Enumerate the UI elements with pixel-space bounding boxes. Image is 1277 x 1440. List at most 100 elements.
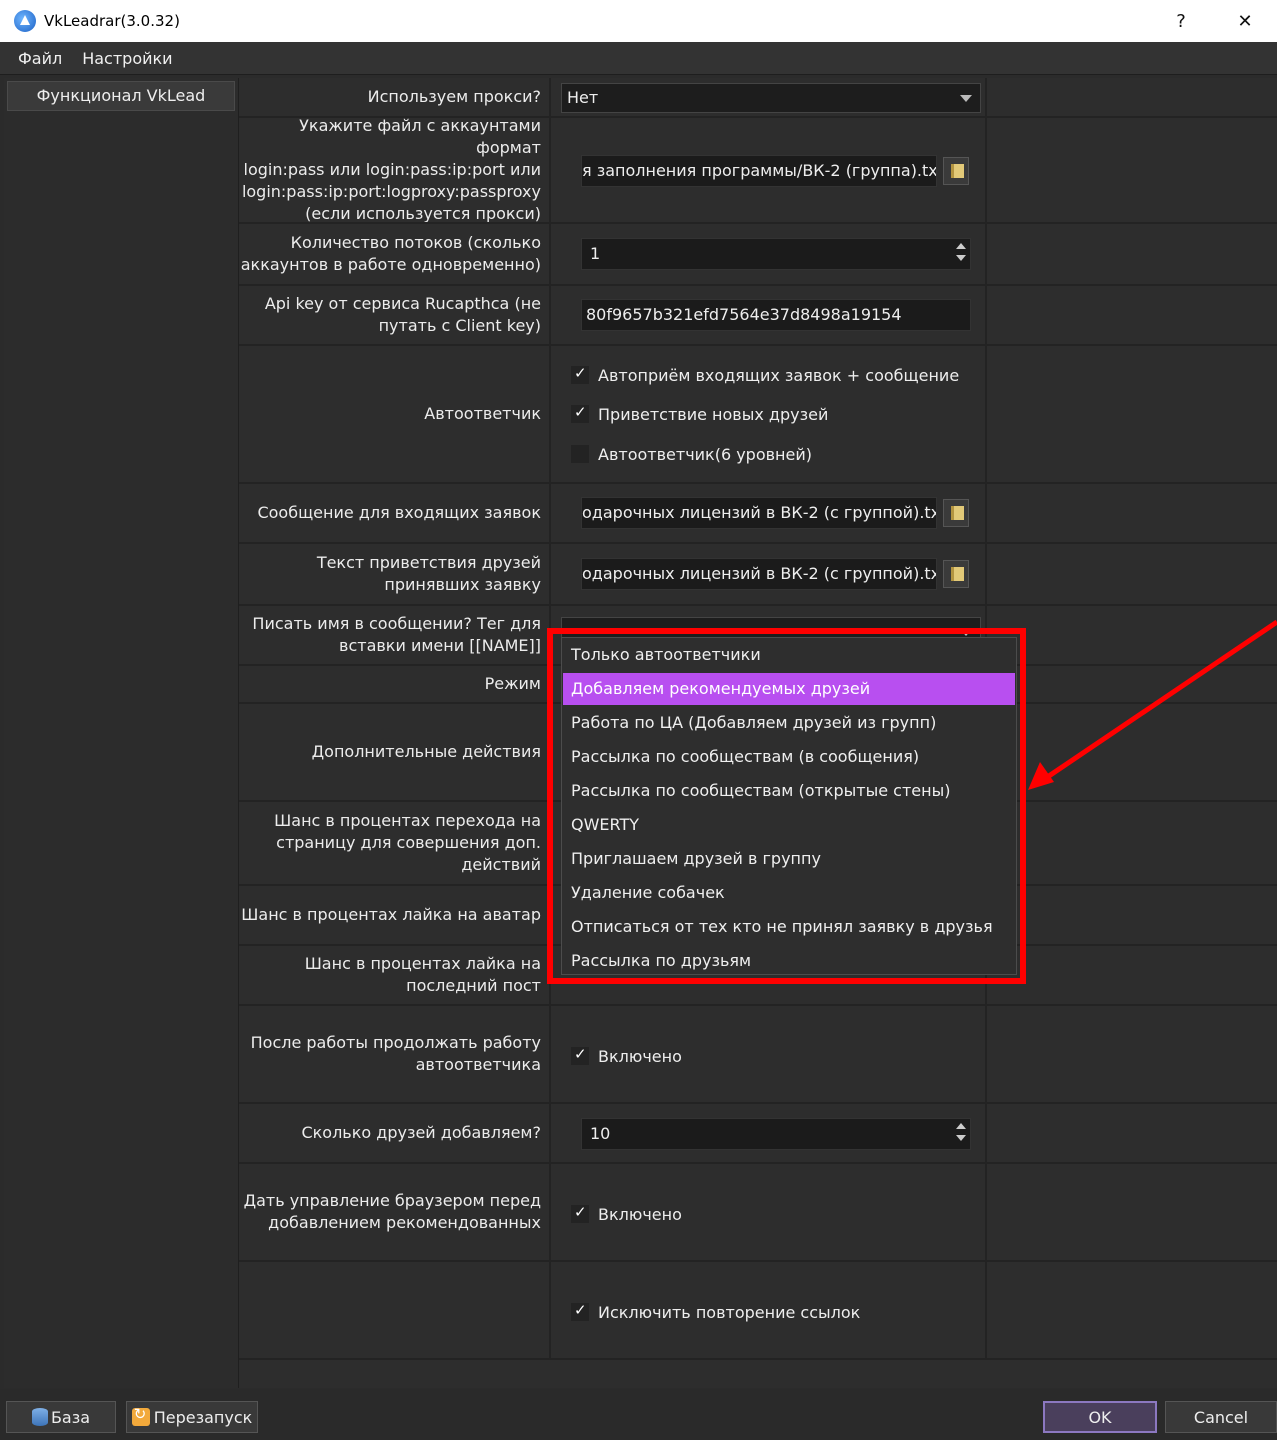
accounts-file-value-col: я заполнения программы/ВК-2 (группа).txt (559, 118, 987, 222)
dropdown-item[interactable]: Рассылка по сообществам (в сообщения) (563, 741, 1015, 773)
greeting-text-browse-button[interactable] (943, 560, 969, 588)
tab-vklead-functions[interactable]: Функционал VkLead (7, 81, 235, 111)
dropdown-item[interactable]: Только автоответчики (563, 639, 1015, 671)
threads-value: 1 (590, 244, 601, 263)
exclude-repeat-value-col: Исключить повторение ссылок (559, 1262, 987, 1358)
api-key-label: Api key от сервиса Rucapthca (не путать … (239, 286, 551, 344)
threads-label: Количество потоков (сколько аккаунтов в … (239, 224, 551, 284)
browser-control-checkbox[interactable]: Включено (571, 1202, 682, 1226)
incoming-message-value-col: одарочных лицензий в ВК-2 (с группой).tx… (559, 484, 987, 542)
friends-count-spinbox[interactable]: 10 (581, 1118, 971, 1150)
row-accounts-file: Укажите файл с аккаунтами формат login:p… (239, 118, 1277, 224)
checkbox-checked-icon (571, 403, 589, 423)
spin-arrows-icon[interactable] (954, 1121, 968, 1147)
left-panel: Функционал VkLead (4, 78, 239, 1388)
continue-after-value-col: Включено (559, 1006, 987, 1102)
accounts-file-input[interactable]: я заполнения программы/ВК-2 (группа).txt (581, 155, 937, 187)
row-proxy: Используем прокси? Нет (239, 78, 1277, 118)
book-icon (951, 506, 964, 520)
api-key-value-col: 80f9657b321efd7564e37d8498a19154 (559, 286, 987, 344)
autoresponder-levels-label: Автоответчик(6 уровней) (598, 444, 812, 464)
spin-arrows-icon[interactable] (954, 241, 968, 267)
restart-button[interactable]: Перезапуск (126, 1401, 258, 1433)
browser-control-label: Дать управление браузером перед добавлен… (239, 1164, 551, 1260)
database-button[interactable]: База (6, 1401, 116, 1433)
book-icon (951, 164, 964, 178)
incoming-message-browse-button[interactable] (943, 499, 969, 527)
app-logo-icon (14, 10, 36, 32)
proxy-combobox[interactable]: Нет (561, 83, 981, 113)
row-autoresponder: Автоответчик Автоприём входящих заявок +… (239, 346, 1277, 484)
autoresponder-value-col: Автоприём входящих заявок + сообщение Пр… (559, 346, 987, 482)
ok-button[interactable]: OK (1043, 1401, 1157, 1433)
row-greeting-text: Текст приветствия друзей принявших заявк… (239, 544, 1277, 606)
autoresponder-levels-checkbox[interactable]: Автоответчик(6 уровней) (571, 442, 812, 466)
threads-spinbox[interactable]: 1 (581, 238, 971, 270)
proxy-label: Используем прокси? (239, 78, 551, 116)
menu-settings[interactable]: Настройки (72, 49, 182, 68)
greet-friends-label: Приветствие новых друзей (598, 404, 829, 424)
threads-value-col: 1 (559, 224, 987, 284)
browser-control-value-col: Включено (559, 1164, 987, 1260)
accounts-file-label: Укажите файл с аккаунтами формат login:p… (239, 118, 551, 222)
incoming-message-input[interactable]: одарочных лицензий в ВК-2 (с группой).tx… (581, 497, 937, 529)
chance-avatar-label: Шанс в процентах лайка на аватар (239, 886, 551, 944)
chevron-down-icon (960, 629, 972, 636)
checkbox-checked-icon (571, 1203, 589, 1223)
dropdown-item[interactable]: Отписаться от тех кто не принял заявку в… (563, 911, 1015, 943)
dropdown-item[interactable]: Добавляем рекомендуемых друзей (563, 673, 1015, 705)
friends-count-value: 10 (590, 1124, 611, 1143)
exclude-repeat-check-label: Исключить повторение ссылок (598, 1302, 861, 1322)
dropdown-item[interactable]: Рассылка по сообществам (открытые стены) (563, 775, 1015, 807)
dropdown-item[interactable]: QWERTY (563, 809, 1015, 841)
row-incoming-message: Сообщение для входящих заявок одарочных … (239, 484, 1277, 544)
dropdown-item[interactable]: Удаление собачек (563, 877, 1015, 909)
proxy-value-col: Нет (559, 78, 987, 116)
checkbox-checked-icon (571, 364, 589, 384)
greet-friends-checkbox[interactable]: Приветствие новых друзей (571, 402, 828, 426)
write-name-label: Писать имя в сообщении? Тег для вставки … (239, 606, 551, 664)
exclude-repeat-checkbox[interactable]: Исключить повторение ссылок (571, 1300, 860, 1324)
chance-page-label: Шанс в процентах перехода на страницу дл… (239, 802, 551, 884)
checkbox-unchecked-icon (571, 445, 589, 463)
row-friends-count: Сколько друзей добавляем? 10 (239, 1104, 1277, 1164)
dropdown-item[interactable]: Приглашаем друзей в группу (563, 843, 1015, 875)
auto-accept-checkbox[interactable]: Автоприём входящих заявок + сообщение (571, 363, 959, 387)
api-key-input[interactable]: 80f9657b321efd7564e37d8498a19154 (581, 299, 971, 331)
continue-after-check-label: Включено (598, 1046, 682, 1066)
row-exclude-repeat: Исключить повторение ссылок (239, 1262, 1277, 1360)
accounts-browse-button[interactable] (943, 157, 969, 185)
title-bar: VkLeadrar(3.0.32) ? ✕ (0, 0, 1277, 42)
mode-label: Режим (239, 666, 551, 702)
continue-after-label: После работы продолжать работу автоответ… (239, 1006, 551, 1102)
greeting-text-label: Текст приветствия друзей принявших заявк… (239, 544, 551, 604)
book-icon (951, 567, 964, 581)
checkbox-checked-icon (571, 1045, 589, 1065)
help-button[interactable]: ? (1158, 0, 1204, 42)
dropdown-item[interactable]: Работа по ЦА (Добавляем друзей из групп) (563, 707, 1015, 739)
friends-count-value-col: 10 (559, 1104, 987, 1162)
browser-control-check-label: Включено (598, 1204, 682, 1224)
bottom-bar: База Перезапуск OK Cancel (0, 1389, 1277, 1440)
restart-button-label: Перезапуск (153, 1407, 253, 1427)
autoresponder-label: Автоответчик (239, 346, 551, 482)
mode-dropdown-list: Только автоответчики Добавляем рекомендуе… (561, 637, 1017, 975)
proxy-combobox-value: Нет (567, 88, 599, 107)
continue-after-checkbox[interactable]: Включено (571, 1044, 682, 1068)
window-title: VkLeadrar(3.0.32) (44, 12, 180, 30)
cancel-button[interactable]: Cancel (1165, 1401, 1277, 1433)
close-button[interactable]: ✕ (1222, 0, 1268, 42)
checkbox-checked-icon (571, 1301, 589, 1321)
greeting-text-value-col: одарочных лицензий в ВК-2 (с группой).tx… (559, 544, 987, 604)
dropdown-item[interactable]: Рассылка по друзьям (563, 945, 1015, 977)
annotation-arrow-icon (1028, 619, 1277, 790)
incoming-message-label: Сообщение для входящих заявок (239, 484, 551, 542)
auto-accept-label: Автоприём входящих заявок + сообщение (598, 365, 960, 385)
greeting-text-input[interactable]: одарочных лицензий в ВК-2 (с группой).tx… (581, 558, 937, 590)
exclude-repeat-label (239, 1262, 551, 1358)
database-button-label: База (50, 1407, 91, 1427)
row-threads: Количество потоков (сколько аккаунтов в … (239, 224, 1277, 286)
extra-actions-label: Дополнительные действия (239, 704, 551, 800)
menu-bar: Файл Настройки (0, 42, 1277, 75)
menu-file[interactable]: Файл (8, 49, 72, 68)
